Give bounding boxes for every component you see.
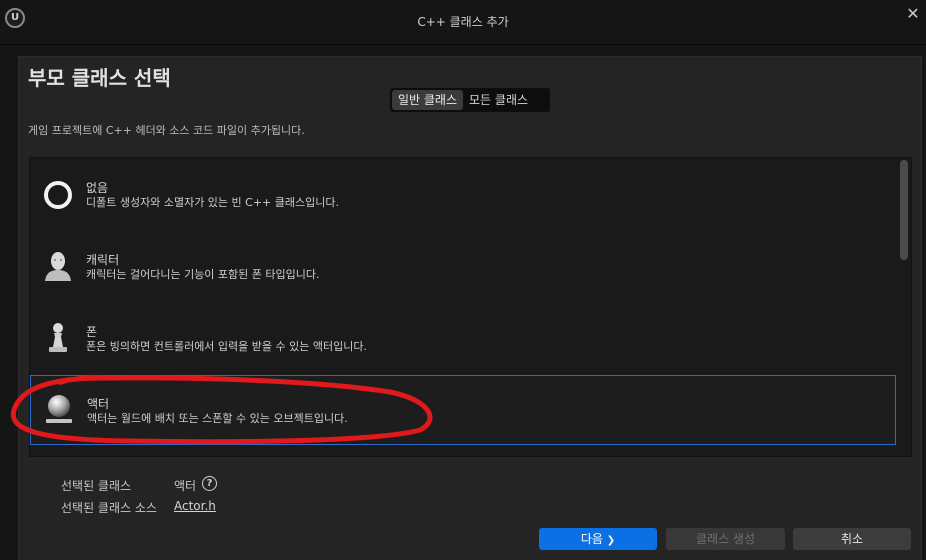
tab-all-classes[interactable]: 모든 클래스 xyxy=(463,90,534,110)
page-title: 부모 클래스 선택 xyxy=(28,66,171,90)
window-title: C++ 클래스 추가 xyxy=(417,15,509,29)
selected-class-value: 액터 xyxy=(174,479,197,493)
class-item-description: 디폴트 생성자와 소멸자가 있는 빈 C++ 클래스입니다. xyxy=(86,196,339,209)
next-button[interactable]: 다음 ❯ xyxy=(539,528,657,550)
class-item-actor[interactable]: 액터 액터는 월드에 배치 또는 스폰할 수 있는 오브젝트입니다. xyxy=(30,375,896,445)
create-class-button[interactable]: 클래스 생성 xyxy=(666,528,785,550)
empty-ring-icon xyxy=(44,181,72,209)
tab-common-classes[interactable]: 일반 클래스 xyxy=(392,90,464,110)
class-item-pawn[interactable]: 폰 폰은 빙의하면 컨트롤러에서 입력을 받을 수 있는 액터입니다. xyxy=(30,304,896,374)
pawn-icon xyxy=(49,323,67,352)
class-item-character[interactable]: 캐릭터 캐릭터는 걸어다니는 기능이 포함된 폰 타입입니다. xyxy=(30,232,896,302)
class-item-description: 캐릭터는 걸어다니는 기능이 포함된 폰 타입입니다. xyxy=(86,268,320,281)
selected-source-label: 선택된 클래스 소스 xyxy=(61,501,157,515)
chevron-right-icon: ❯ xyxy=(606,535,616,546)
close-icon[interactable]: ✕ xyxy=(904,5,922,23)
list-scrollbar[interactable] xyxy=(900,160,908,260)
selected-source-link[interactable]: Actor.h xyxy=(174,499,216,513)
class-item-description: 폰은 빙의하면 컨트롤러에서 입력을 받을 수 있는 액터입니다. xyxy=(86,340,367,353)
cancel-button[interactable]: 취소 xyxy=(793,528,911,550)
class-item-description: 액터는 월드에 배치 또는 스폰할 수 있는 오브젝트입니다. xyxy=(87,412,348,425)
character-head-icon xyxy=(45,252,71,281)
selected-class-label: 선택된 클래스 xyxy=(61,479,132,493)
title-bar: U C++ 클래스 추가 ✕ xyxy=(0,0,926,45)
dialog-description: 게임 프로젝트에 C++ 헤더와 소스 코드 파일이 추가됩니다. xyxy=(28,124,305,137)
class-filter-tabs: 일반 클래스 모든 클래스 xyxy=(390,88,550,112)
class-item-none[interactable]: 없음 디폴트 생성자와 소멸자가 있는 빈 C++ 클래스입니다. xyxy=(30,160,896,230)
actor-sphere-icon xyxy=(46,395,72,423)
next-button-label: 다음 xyxy=(580,532,603,546)
help-icon[interactable]: ? xyxy=(202,476,217,491)
